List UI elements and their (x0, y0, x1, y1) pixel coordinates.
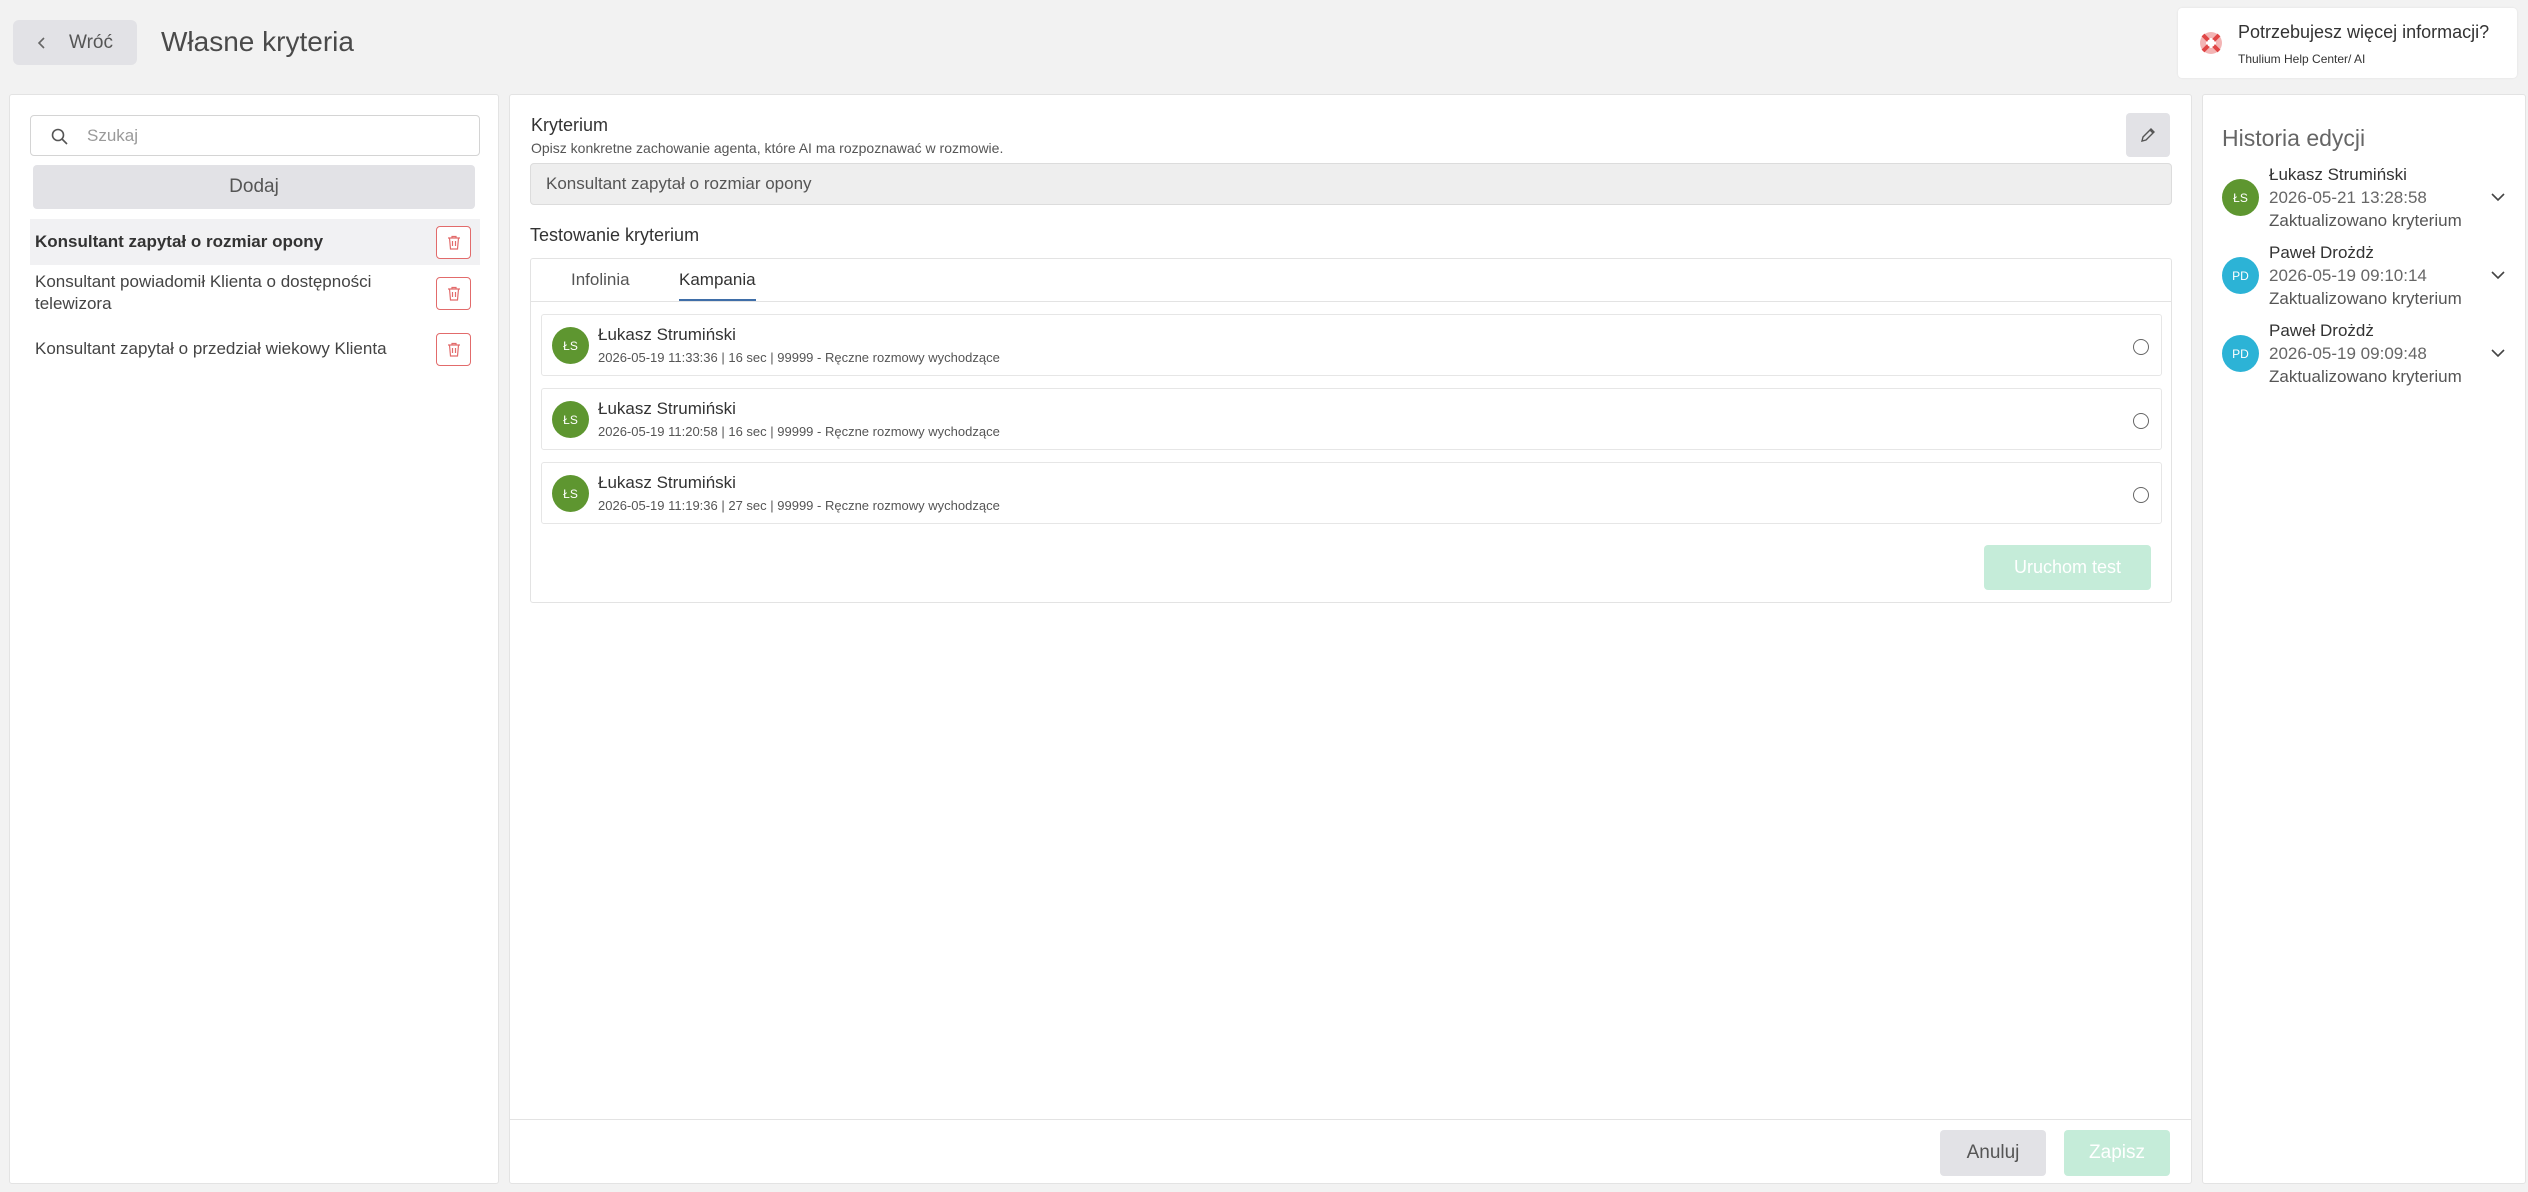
conversation-item[interactable]: ŁS Łukasz Strumiński 2026-05-19 11:33:36… (541, 314, 2162, 376)
conversation-item[interactable]: ŁS Łukasz Strumiński 2026-05-19 11:19:36… (541, 462, 2162, 524)
criterion-editor-panel: Kryterium Opisz konkretne zachowanie age… (509, 94, 2192, 1184)
tab-infolinia[interactable]: Infolinia (571, 270, 630, 299)
conversation-meta: 2026-05-19 11:20:58 | 16 sec | 99999 - R… (598, 424, 1000, 439)
tab-bar: Infolinia Kampania (531, 259, 2171, 302)
history-action: Zaktualizowano kryterium (2269, 367, 2462, 386)
history-title: Historia edycji (2222, 125, 2366, 151)
tab-kampania[interactable]: Kampania (679, 270, 756, 301)
conversation-radio[interactable] (2133, 487, 2149, 503)
conversation-agent: Łukasz Strumiński (598, 473, 736, 492)
search-icon (51, 128, 68, 145)
help-box[interactable]: Potrzebujesz więcej informacji? Thulium … (2178, 8, 2517, 78)
history-date: 2026-05-19 09:10:14 (2269, 266, 2427, 285)
lifebuoy-icon (2200, 32, 2222, 54)
criteria-item[interactable]: Konsultant powiadomił Klienta o dostępno… (30, 267, 480, 319)
history-item[interactable]: PD Paweł Drożdż 2026-05-19 09:10:14 Zakt… (2222, 243, 2512, 318)
edit-button[interactable] (2126, 113, 2170, 157)
chevron-down-icon[interactable] (2490, 348, 2506, 358)
criteria-item-label: Konsultant zapytał o przedział wiekowy K… (35, 339, 387, 358)
criterion-description: Opisz konkretne zachowanie agenta, które… (531, 140, 1004, 156)
delete-button[interactable] (436, 276, 471, 310)
conversation-meta: 2026-05-19 11:33:36 | 16 sec | 99999 - R… (598, 350, 1000, 365)
conversation-radio[interactable] (2133, 413, 2149, 429)
criterion-header: Kryterium (531, 115, 609, 135)
pencil-icon (2141, 128, 2155, 142)
help-subtitle: Thulium Help Center/ AI (2238, 52, 2366, 66)
history-author: Paweł Drożdż (2269, 321, 2374, 340)
footer-divider (510, 1119, 2191, 1120)
avatar: ŁS (552, 327, 589, 364)
chevron-left-icon (37, 36, 45, 49)
history-author: Łukasz Strumiński (2269, 165, 2407, 184)
delete-button[interactable] (436, 332, 471, 366)
back-button-label: Wróć (69, 31, 113, 53)
history-item[interactable]: PD Paweł Drożdż 2026-05-19 09:09:48 Zakt… (2222, 321, 2512, 396)
history-action: Zaktualizowano kryterium (2269, 289, 2462, 308)
chevron-down-icon[interactable] (2490, 192, 2506, 202)
avatar: PD (2222, 257, 2259, 294)
search-box[interactable] (30, 115, 480, 156)
criteria-item[interactable]: Konsultant zapytał o rozmiar opony (30, 219, 480, 265)
criterion-input[interactable] (530, 163, 2172, 205)
search-input[interactable] (87, 116, 467, 155)
trash-icon (447, 342, 460, 357)
trash-icon (447, 286, 460, 301)
delete-button[interactable] (436, 225, 471, 259)
history-author: Paweł Drożdż (2269, 243, 2374, 262)
trash-icon (447, 235, 460, 250)
avatar: PD (2222, 335, 2259, 372)
criteria-item-label: Konsultant powiadomił Klienta o dostępno… (35, 272, 372, 313)
avatar: ŁS (552, 475, 589, 512)
cancel-button[interactable]: Anuluj (1940, 1130, 2046, 1176)
criteria-item[interactable]: Konsultant zapytał o przedział wiekowy K… (30, 327, 480, 371)
avatar: ŁS (552, 401, 589, 438)
criteria-list-panel: Dodaj Konsultant zapytał o rozmiar opony… (9, 94, 499, 1184)
run-test-button[interactable]: Uruchom test (1984, 545, 2151, 590)
save-button[interactable]: Zapisz (2064, 1130, 2170, 1176)
history-action: Zaktualizowano kryterium (2269, 211, 2462, 230)
conversation-agent: Łukasz Strumiński (598, 325, 736, 344)
testing-box: Infolinia Kampania ŁS Łukasz Strumiński … (530, 258, 2172, 603)
testing-header: Testowanie kryterium (530, 225, 700, 245)
conversation-radio[interactable] (2133, 339, 2149, 355)
criteria-item-label: Konsultant zapytał o rozmiar opony (35, 232, 324, 251)
conversation-meta: 2026-05-19 11:19:36 | 27 sec | 99999 - R… (598, 498, 1000, 513)
conversation-agent: Łukasz Strumiński (598, 399, 736, 418)
help-title: Potrzebujesz więcej informacji? (2238, 22, 2490, 42)
history-date: 2026-05-21 13:28:58 (2269, 188, 2427, 207)
history-item[interactable]: ŁS Łukasz Strumiński 2026-05-21 13:28:58… (2222, 165, 2512, 240)
history-date: 2026-05-19 09:09:48 (2269, 344, 2427, 363)
page-title: Własne kryteria (161, 26, 354, 57)
chevron-down-icon[interactable] (2490, 270, 2506, 280)
add-button[interactable]: Dodaj (33, 165, 475, 209)
back-button[interactable]: Wróć (13, 20, 137, 65)
history-panel: Historia edycji ŁS Łukasz Strumiński 202… (2202, 94, 2526, 1184)
conversation-item[interactable]: ŁS Łukasz Strumiński 2026-05-19 11:20:58… (541, 388, 2162, 450)
avatar: ŁS (2222, 179, 2259, 216)
